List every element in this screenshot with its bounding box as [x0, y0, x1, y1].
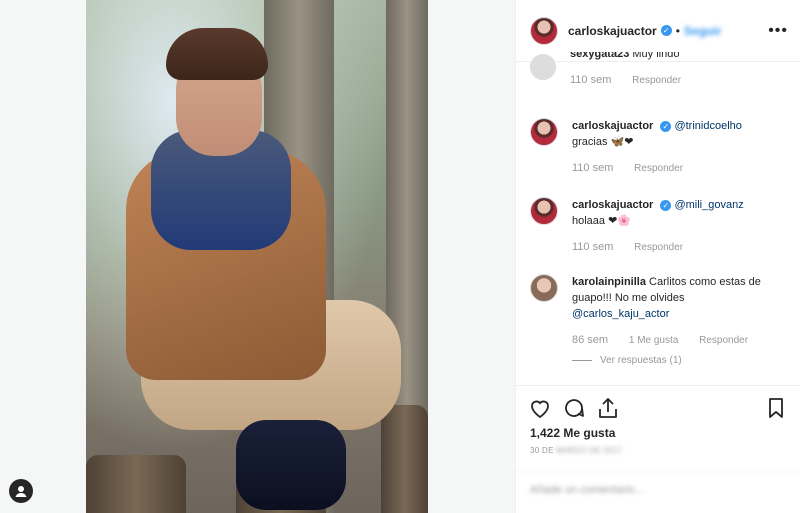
post-date[interactable]: 30 DE MARZO DE 2017 — [516, 446, 800, 455]
comment-meta: 110 sem Responder — [572, 239, 744, 256]
more-options-icon[interactable]: ••• — [768, 22, 788, 40]
comment-time[interactable]: 86 sem — [572, 334, 608, 346]
action-icons — [516, 386, 800, 420]
comment-item: sexygata23 Muy lindo 110 sem Responder — [530, 52, 790, 89]
avatar[interactable] — [530, 16, 558, 45]
comment-emojis: ❤🌸 — [608, 215, 632, 227]
comment-username[interactable]: carloskajuactor — [572, 199, 653, 211]
comment-username[interactable]: carloskajuactor — [572, 120, 653, 132]
heart-icon[interactable] — [528, 396, 552, 420]
comment-time[interactable]: 110 sem — [570, 74, 611, 86]
comment-meta: 86 sem 1 Me gusta Responder — [572, 332, 790, 349]
header-username[interactable]: carloskajuactor — [568, 24, 657, 38]
reply-button[interactable]: Responder — [634, 163, 683, 174]
date-rest: MARZO DE 2017 — [556, 446, 623, 455]
reply-button[interactable]: Responder — [634, 242, 683, 253]
user-icon[interactable] — [9, 479, 33, 503]
verified-icon: ✓ — [660, 120, 672, 132]
person-hair — [166, 28, 268, 80]
comment-text: holaaa — [572, 215, 606, 227]
comment-text: Muy lindo — [632, 52, 680, 60]
comment-item: carloskajuactor ✓ @mili_govanz holaaa ❤🌸… — [530, 197, 790, 256]
view-replies-label: Ver respuestas (1) — [600, 355, 682, 366]
post-photo[interactable] — [86, 0, 428, 513]
person-boots — [236, 420, 346, 510]
photo-area — [0, 0, 515, 513]
comment-time[interactable]: 110 sem — [572, 162, 613, 174]
verified-icon: ✓ — [660, 199, 672, 211]
comment-meta: 110 sem Responder — [570, 72, 699, 89]
comment-emojis: 🦋❤ — [610, 136, 634, 148]
likes-count[interactable]: 1,422 Me gusta — [516, 420, 800, 446]
verified-icon: ✓ — [660, 25, 672, 36]
avatar[interactable] — [530, 274, 558, 302]
post-side-panel: carloskajuactor ✓ • Seguir ••• sexygata2… — [515, 0, 800, 513]
tree-stump — [381, 405, 428, 513]
comment-likes[interactable]: 1 Me gusta — [629, 335, 678, 346]
date-prefix: 30 DE — [530, 446, 554, 455]
comment-meta: 110 sem Responder — [572, 160, 742, 177]
comment-mention[interactable]: @carlos_kaju_actor — [572, 308, 669, 320]
add-comment-input[interactable]: Añade un comentario... — [516, 471, 800, 513]
reply-button[interactable]: Responder — [632, 75, 681, 86]
post-actions: 1,422 Me gusta 30 DE MARZO DE 2017 Añade… — [516, 385, 800, 513]
reply-button[interactable]: Responder — [699, 335, 748, 346]
comment-username[interactable]: karolainpinilla — [572, 276, 646, 288]
follow-button[interactable]: Seguir — [684, 24, 721, 38]
divider — [572, 359, 592, 361]
bookmark-icon[interactable] — [764, 396, 788, 420]
comment-item: carloskajuactor ✓ @trinidcoelho gracias … — [530, 118, 790, 177]
share-icon[interactable] — [596, 396, 620, 420]
comment-icon[interactable] — [562, 396, 586, 420]
comment-text: gracias — [572, 136, 608, 148]
comment-mention[interactable]: @mili_govanz — [674, 199, 743, 211]
avatar[interactable] — [530, 118, 558, 146]
avatar[interactable] — [530, 197, 558, 225]
comment-mention[interactable]: @trinidcoelho — [674, 120, 741, 132]
avatar[interactable] — [530, 54, 556, 80]
tree-stump — [86, 455, 186, 513]
comments-list[interactable]: sexygata23 Muy lindo 110 sem Responder c… — [516, 52, 800, 385]
comment-username[interactable]: sexygata23 — [570, 52, 629, 60]
view-replies-button[interactable]: Ver respuestas (1) — [572, 353, 790, 369]
instagram-post-page: carloskajuactor ✓ • Seguir ••• sexygata2… — [0, 0, 800, 513]
comment-item: karolainpinilla Carlitos como estas de g… — [530, 274, 790, 369]
dot-separator: • — [675, 23, 680, 38]
comment-time[interactable]: 110 sem — [572, 241, 613, 253]
